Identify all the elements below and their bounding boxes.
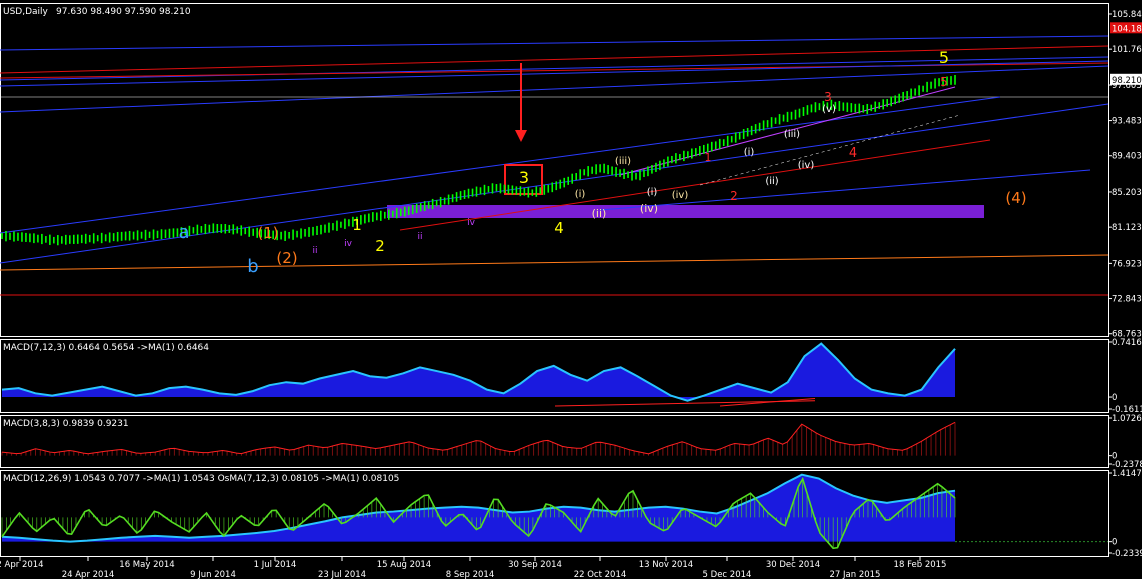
wave-label: ii — [312, 246, 317, 256]
wave-label: (iii) — [615, 156, 631, 167]
sub-ytick-label: 0.7416 — [1112, 338, 1142, 348]
wave-labels: ab(1)(2)12345(4)iiiviiiv(ii)(iii)(iv)(iv… — [178, 48, 1026, 277]
xtick-label: 5 Dec 2014 — [703, 570, 752, 579]
wave-label: 3 — [824, 90, 832, 104]
wave-label: (i) — [575, 189, 586, 200]
macd2-y-axis: 1.07260-0.2378 — [1108, 414, 1142, 470]
wave-label: (v) — [822, 104, 836, 115]
xtick-label: 13 Nov 2014 — [639, 560, 693, 570]
wave-label: 3 — [519, 168, 529, 187]
wave-label: 4 — [554, 219, 564, 237]
price-label: 98.210 — [1112, 76, 1142, 86]
wave-label: 2 — [375, 237, 385, 255]
main-ytick-label: 72.843 — [1112, 295, 1142, 305]
wave-label: b — [247, 256, 258, 277]
xtick-label: 2 Apr 2014 — [0, 560, 44, 570]
macd3-plot — [1, 473, 1108, 550]
wave-label: (1) — [257, 224, 278, 242]
main-ytick-label: 76.923 — [1112, 259, 1142, 269]
xtick-label: 18 Feb 2015 — [894, 560, 947, 570]
macd2-pane-border — [0, 415, 1109, 468]
price-label: 104.183 — [1112, 24, 1142, 34]
wave-label: ii — [417, 232, 422, 242]
wave-label: (ii) — [592, 207, 607, 220]
main-ytick-label: 101.763 — [1112, 45, 1142, 55]
purple-zone — [387, 205, 984, 218]
sub-ytick-label: -0.2339 — [1112, 549, 1142, 559]
macd2-title: MACD(3,8,3) 0.9839 0.9231 — [3, 419, 129, 429]
wave-label: a — [178, 222, 189, 243]
macd3-title: MACD(12,26,9) 1.0543 0.7077 ->MA(1) 1.05… — [3, 474, 399, 484]
chart-svg: 105.843101.76397.60393.48389.40385.20381… — [0, 3, 1142, 579]
xtick-label: 27 Jan 2015 — [830, 570, 881, 579]
ohlc-readout: 97.630 98.490 97.590 98.210 — [56, 7, 191, 17]
macd1-title: MACD(7,12,3) 0.6464 0.5654 ->MA(1) 0.646… — [3, 343, 209, 353]
wave-label: (ii) — [765, 176, 778, 187]
wave-label: iv — [344, 239, 353, 249]
macd2-line — [1, 421, 956, 455]
wave-label: (4) — [1005, 189, 1026, 207]
wave-label: 5 — [939, 48, 949, 67]
xtick-label: 15 Aug 2014 — [377, 560, 431, 570]
xtick-label: 1 Jul 2014 — [254, 560, 297, 570]
sub-ytick-label: 0 — [1112, 393, 1117, 403]
xtick-label: 24 Apr 2014 — [62, 570, 115, 579]
wave-label: 4 — [849, 146, 857, 161]
wave-label: 2 — [730, 189, 738, 203]
xtick-label: 16 May 2014 — [119, 560, 174, 570]
wave-label: (iii) — [784, 129, 800, 140]
wave-label: (i) — [744, 147, 755, 158]
wave-label: iv — [467, 218, 476, 228]
symbol-title: USD,Daily — [3, 7, 49, 17]
wave-label: (iv) — [672, 190, 689, 201]
main-y-axis: 105.843101.76397.60393.48389.40385.20381… — [1108, 10, 1142, 340]
xtick-label: 8 Sep 2014 — [446, 570, 494, 579]
main-ytick-label: 89.403 — [1112, 152, 1142, 162]
wave-label: 1 — [705, 151, 712, 164]
sub-ytick-label: 1.4147 — [1112, 469, 1142, 479]
main-ytick-label: 105.843 — [1112, 10, 1142, 20]
wave-label: (i) — [647, 187, 658, 198]
sub-ytick-label: 0 — [1112, 538, 1117, 548]
wave-label: (2) — [276, 249, 297, 267]
macd1-y-axis: 0.74160-0.1611 — [1108, 338, 1142, 415]
xtick-label: 9 Jun 2014 — [190, 570, 236, 579]
sub-ytick-label: 1.0726 — [1112, 414, 1142, 424]
macd3-y-axis: 1.4147 0-0.2339 — [1108, 469, 1142, 559]
wave-label: (iv) — [798, 160, 815, 171]
xtick-label: 23 Jul 2014 — [318, 570, 366, 579]
main-ytick-label: 93.483 — [1112, 117, 1142, 127]
wave-label: 1 — [352, 216, 362, 234]
x-axis: 2 Apr 2014 24 Apr 2014 16 May 2014 9 Jun 20… — [0, 557, 946, 579]
main-ytick-label: 85.203 — [1112, 188, 1142, 198]
wave-label: 5 — [940, 75, 948, 89]
main-ytick-label: 81.123 — [1112, 223, 1142, 233]
red-arrow — [515, 63, 527, 142]
wave-label: (iv) — [640, 202, 658, 215]
xtick-label: 30 Dec 2014 — [766, 560, 820, 570]
macd2-plot — [1, 421, 956, 456]
xtick-label: 22 Oct 2014 — [574, 570, 627, 579]
xtick-label: 30 Sep 2014 — [508, 560, 562, 570]
